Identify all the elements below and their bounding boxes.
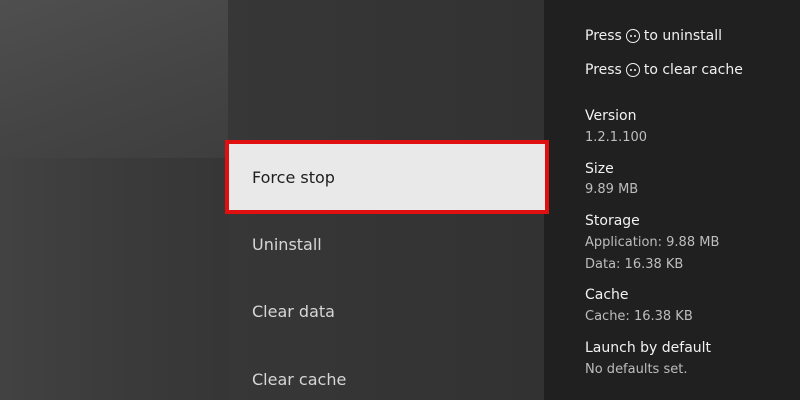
left-panel [0,0,228,400]
clear-cache-button[interactable]: Clear cache [252,370,346,389]
launch-by-default-heading: Launch by default [585,340,712,356]
version-heading: Version [585,108,637,124]
force-stop-label: Force stop [252,168,335,187]
app-thumbnail-area [0,0,228,158]
menu-button-icon [625,29,640,43]
clear-cache-hint-prefix: Press [585,62,622,78]
force-stop-button[interactable]: Force stop [225,140,549,214]
size-heading: Size [585,161,614,177]
storage-heading: Storage [585,213,640,229]
uninstall-hint-suffix: to uninstall [643,28,723,44]
storage-data-value: Data: 16.38 KB [585,257,684,272]
clear-cache-hint: Press to clear cache [585,62,743,78]
uninstall-hint-prefix: Press [585,28,622,44]
cache-heading: Cache [585,287,629,303]
cache-value: Cache: 16.38 KB [585,309,693,324]
menu-button-icon [625,63,640,77]
uninstall-button[interactable]: Uninstall [252,235,322,254]
size-value: 9.89 MB [585,182,639,197]
storage-application-value: Application: 9.88 MB [585,235,720,250]
launch-by-default-value: No defaults set. [585,362,688,377]
version-value: 1.2.1.100 [585,130,648,145]
clear-data-button[interactable]: Clear data [252,302,335,321]
uninstall-hint: Press to uninstall [585,28,722,44]
app-settings-screen: Force stop Uninstall Clear data Clear ca… [0,0,800,400]
clear-cache-hint-suffix: to clear cache [643,62,743,78]
